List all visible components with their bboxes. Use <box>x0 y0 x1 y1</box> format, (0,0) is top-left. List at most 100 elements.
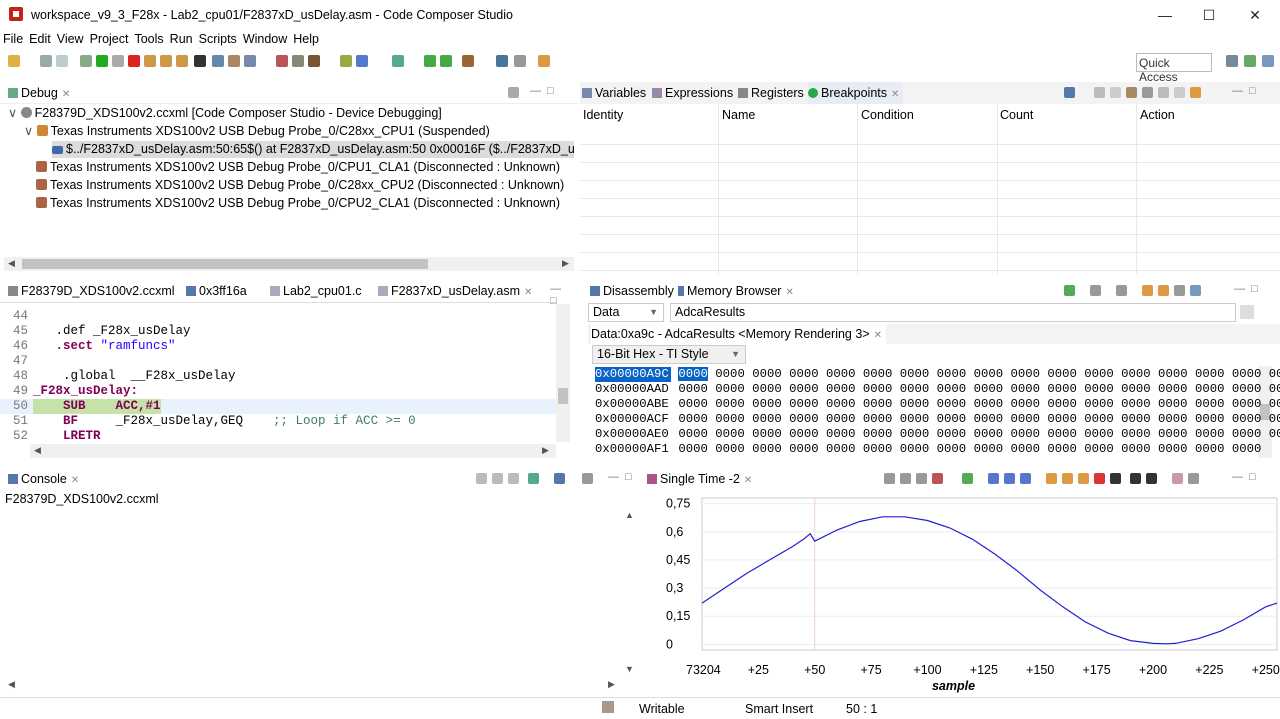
build-icon[interactable] <box>80 55 92 67</box>
load-icon[interactable] <box>244 55 256 67</box>
menu-edit[interactable]: Edit <box>26 30 54 48</box>
measure-icon[interactable] <box>1078 473 1089 484</box>
pin-console-icon[interactable] <box>528 473 539 484</box>
search-icon[interactable] <box>496 55 508 67</box>
minimize-maximize-icons[interactable]: —□ <box>1232 85 1262 97</box>
step-over-icon[interactable] <box>160 55 172 67</box>
console-vscrollbar[interactable]: ▲ ▼ <box>622 508 636 678</box>
sync-icon[interactable] <box>1062 473 1073 484</box>
link-icon[interactable] <box>1126 87 1137 98</box>
close-button[interactable]: ✕ <box>1235 4 1275 26</box>
link-icon[interactable] <box>1142 285 1153 296</box>
pin-icon[interactable] <box>538 55 550 67</box>
tree-item-cpu2[interactable]: Texas Instruments XDS100v2 USB Debug Pro… <box>36 177 564 194</box>
col-name[interactable]: Name <box>722 108 755 122</box>
col-identity[interactable]: Identity <box>583 108 623 122</box>
close-tab-icon[interactable]: ✕ <box>874 330 882 341</box>
memory-expression-input[interactable]: AdcaResults <box>670 303 1236 322</box>
terminate-icon[interactable] <box>128 55 140 67</box>
menu-help[interactable]: Help <box>290 30 322 48</box>
menu-scripts[interactable]: Scripts <box>196 30 240 48</box>
run-icon[interactable] <box>340 55 352 67</box>
hammer-icon[interactable] <box>462 55 474 67</box>
tree-item-stack-frame[interactable]: $../F2837xD_usDelay.asm:50:65$() at F283… <box>52 141 574 158</box>
tab-ccxml[interactable]: F28379D_XDS100v2.ccxml <box>8 280 175 302</box>
sync-icon[interactable] <box>1158 285 1169 296</box>
display-console-icon[interactable] <box>554 473 565 484</box>
settings-icon[interactable] <box>1130 473 1141 484</box>
code-editor[interactable]: 44 45 .def _F28x_usDelay 46 .sect "ramfu… <box>0 302 556 443</box>
connect-icon[interactable] <box>228 55 240 67</box>
menu-window[interactable]: Window <box>240 30 290 48</box>
tree-item-cla1[interactable]: Texas Instruments XDS100v2 USB Debug Pro… <box>36 159 560 176</box>
tree-item-cpu1[interactable]: ∨ Texas Instruments XDS100v2 USB Debug P… <box>24 123 490 140</box>
breakpoint-icon[interactable] <box>276 55 288 67</box>
open-perspective-icon[interactable] <box>1226 55 1238 67</box>
tab-expressions[interactable]: Expressions <box>652 82 733 104</box>
remove-icon[interactable] <box>1094 473 1105 484</box>
save-memory-icon[interactable] <box>1090 285 1101 296</box>
minimize-maximize-icons[interactable]: —□ <box>1234 283 1264 295</box>
remove-icon[interactable] <box>1094 87 1105 98</box>
external-tools-icon[interactable] <box>356 55 368 67</box>
close-tab-icon[interactable]: ✕ <box>891 89 899 100</box>
step-asm-over-icon[interactable] <box>440 55 452 67</box>
tab-memory-browser[interactable]: Memory Browser ✕ <box>678 280 794 302</box>
memory-row[interactable]: 0x00000ACF 0000 0000 0000 0000 0000 0000… <box>595 412 1280 427</box>
close-tab-icon[interactable]: ✕ <box>524 287 532 298</box>
memory-row[interactable]: 0x00000ABE 0000 0000 0000 0000 0000 0000… <box>595 397 1280 412</box>
collapse-icon[interactable] <box>1174 87 1185 98</box>
settings-icon[interactable] <box>392 55 404 67</box>
scroll-thumb[interactable] <box>558 388 568 404</box>
zoom-fit-icon[interactable] <box>1020 473 1031 484</box>
maximize-button[interactable]: ☐ <box>1189 4 1229 26</box>
suspend-icon[interactable] <box>112 55 124 67</box>
memory-row[interactable]: 0x00000AE0 0000 0000 0000 0000 0000 0000… <box>595 427 1280 442</box>
new-breakpoint-icon[interactable] <box>1064 87 1075 98</box>
memory-row[interactable]: 0x00000A9C 0000 0000 0000 0000 0000 0000… <box>595 367 1280 382</box>
link-editor-icon[interactable] <box>1190 87 1201 98</box>
export-icon[interactable] <box>1110 473 1121 484</box>
grid-icon[interactable] <box>194 55 206 67</box>
word-wrap-icon[interactable] <box>508 473 519 484</box>
reset-graph-icon[interactable] <box>884 473 895 484</box>
tree-item-cpu2-cla1[interactable]: Texas Instruments XDS100v2 USB Debug Pro… <box>36 195 560 212</box>
menu-run[interactable]: Run <box>167 30 196 48</box>
minimize-maximize-icons[interactable]: —□ <box>608 471 638 483</box>
col-condition[interactable]: Condition <box>861 108 914 122</box>
remove-terminated-icon[interactable] <box>508 87 519 98</box>
col-count[interactable]: Count <box>1000 108 1033 122</box>
close-tab-icon[interactable]: ✕ <box>62 89 70 100</box>
skip-icon[interactable] <box>292 55 304 67</box>
import-memory-icon[interactable] <box>1116 285 1127 296</box>
ccs-debug-perspective-icon[interactable] <box>1262 55 1274 67</box>
resume-icon[interactable] <box>96 55 108 67</box>
console-hscrollbar[interactable]: ◀ ▶ <box>4 678 622 692</box>
col-action[interactable]: Action <box>1140 108 1175 122</box>
tab-console[interactable]: Console ✕ <box>8 468 79 490</box>
minimize-maximize-icons[interactable]: —□ <box>530 85 560 97</box>
close-tab-icon[interactable]: ✕ <box>744 475 752 486</box>
memory-space-select[interactable]: Data ▼ <box>588 303 664 322</box>
restart-icon[interactable] <box>212 55 224 67</box>
memory-row[interactable]: 0x00000AAD 0000 0000 0000 0000 0000 0000… <box>595 382 1280 397</box>
tab-disassembly[interactable]: Disassembly <box>590 280 674 302</box>
tab-usdelay-asm[interactable]: F2837xD_usDelay.asm ✕ <box>372 280 539 302</box>
editor-hscrollbar[interactable]: ◀ ▶ <box>30 444 556 458</box>
tab-single-time[interactable]: Single Time -2 ✕ <box>647 468 753 490</box>
menu-tools[interactable]: Tools <box>131 30 166 48</box>
properties-icon[interactable] <box>1146 473 1157 484</box>
layout-icon[interactable] <box>1188 473 1199 484</box>
tab-variables[interactable]: Variables <box>582 82 646 104</box>
remove-all-icon[interactable] <box>1110 87 1121 98</box>
minimize-maximize-icons[interactable]: —□ <box>1232 471 1262 483</box>
line-chart[interactable]: 0 0,15 0,3 0,45 0,6 0,75 73204 +25 +50 +75 +100 +12… <box>644 490 1280 694</box>
close-tab-icon[interactable]: ✕ <box>785 287 793 298</box>
debug-hscrollbar[interactable]: ◀ ▶ <box>4 257 574 271</box>
ccs-edit-perspective-icon[interactable] <box>1244 55 1256 67</box>
menu-project[interactable]: Project <box>87 30 132 48</box>
refresh-icon[interactable] <box>962 473 973 484</box>
open-console-icon[interactable] <box>582 473 593 484</box>
minimize-button[interactable]: — <box>1145 4 1185 26</box>
refresh-icon[interactable] <box>1064 285 1075 296</box>
